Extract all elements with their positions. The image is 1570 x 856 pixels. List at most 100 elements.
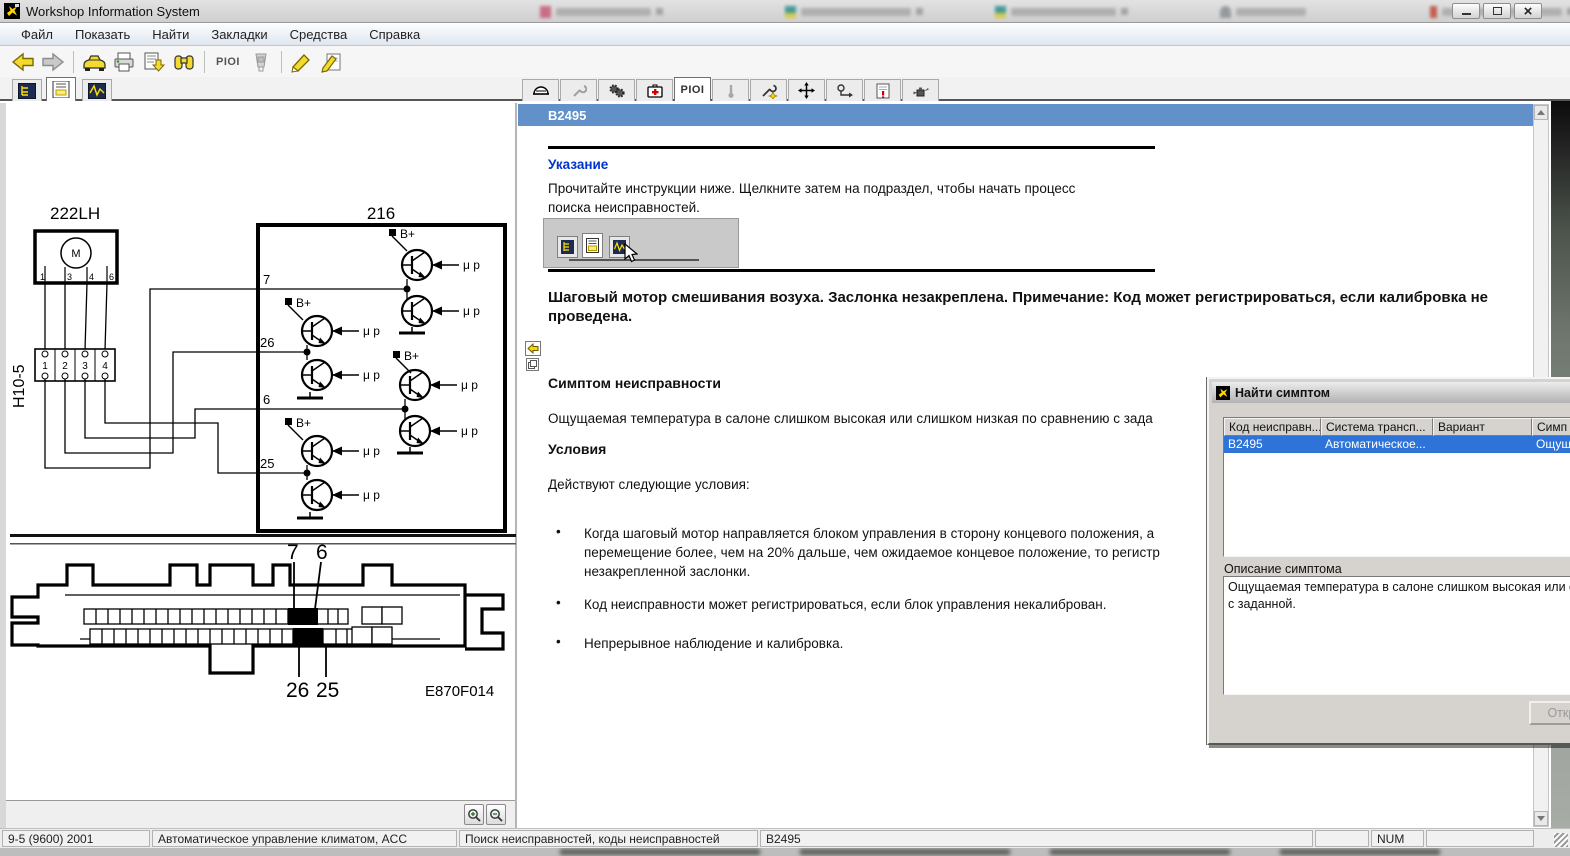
- mouse-cursor-icon: [624, 243, 638, 263]
- dialog-title-bar[interactable]: Найти симптом: [1212, 382, 1570, 403]
- close-button[interactable]: ×: [1514, 3, 1542, 19]
- tab-lubrication[interactable]: [902, 79, 939, 101]
- connector-label: H10-5: [11, 364, 28, 408]
- micro-label: μ p: [463, 258, 480, 272]
- tab-favicon: [995, 6, 1006, 18]
- scroll-down-button[interactable]: [1534, 811, 1548, 826]
- ecu-pin-label: 26: [286, 679, 309, 702]
- cell-fault-code: B2495: [1224, 436, 1321, 453]
- table-header-row: Код неисправн... Система трансп... Вариа…: [1224, 418, 1570, 436]
- ecu-pin-label: 7: [287, 541, 299, 564]
- tab-bulletin[interactable]: [864, 79, 901, 101]
- tab-tree-view[interactable]: [12, 79, 42, 101]
- tab-routing[interactable]: [826, 79, 863, 101]
- menu-view[interactable]: Показать: [64, 25, 141, 44]
- back-button[interactable]: [8, 49, 38, 75]
- background-browser-tab[interactable]: [995, 5, 1128, 18]
- tab-thermometer[interactable]: [712, 79, 749, 101]
- background-browser-tab[interactable]: [540, 5, 663, 18]
- module-pin-label: 26: [260, 335, 274, 350]
- connector-cell-label: 3: [82, 361, 88, 372]
- column-variant[interactable]: Вариант: [1433, 418, 1532, 436]
- micro-label: μ p: [363, 324, 380, 338]
- tab-signal-view[interactable]: [82, 79, 112, 101]
- zoom-in-button[interactable]: [464, 804, 484, 825]
- zoom-out-button[interactable]: [486, 804, 506, 825]
- status-code: B2495: [760, 830, 1313, 847]
- tab-first-aid[interactable]: [636, 79, 673, 101]
- connector-cell-label: 2: [62, 361, 68, 372]
- menu-bookmarks[interactable]: Закладки: [200, 25, 278, 44]
- tab-close-icon[interactable]: [916, 8, 923, 15]
- screen: Workshop Information System: [0, 0, 1570, 856]
- export-document-button[interactable]: [139, 49, 169, 75]
- background-browser-tabs: [240, 2, 1440, 21]
- tab-close-icon[interactable]: [1121, 8, 1128, 15]
- figure-code: E870F014: [425, 683, 494, 700]
- conditions-intro: Действуют следующие условия:: [548, 475, 750, 494]
- motor-pin-label: 1: [40, 272, 45, 282]
- tab-favicon: [785, 6, 796, 18]
- scanner-button[interactable]: [246, 49, 276, 75]
- tab-special-tools[interactable]: [750, 79, 787, 101]
- window-link-icon[interactable]: [526, 358, 539, 371]
- dialog-logo-icon: [1216, 386, 1230, 400]
- motor-box-label: 222LH: [50, 204, 100, 223]
- supply-label: B+: [296, 416, 311, 430]
- tab-document-view[interactable]: [46, 77, 76, 101]
- title-bar: Workshop Information System: [0, 0, 1570, 23]
- motor-symbol: M: [71, 248, 80, 260]
- module-label: 216: [367, 204, 395, 223]
- tab-move[interactable]: [788, 79, 825, 101]
- symptom-heading: Симптом неисправности: [548, 374, 721, 393]
- tab-close-icon[interactable]: [656, 8, 663, 15]
- menu-tools[interactable]: Средства: [279, 25, 359, 44]
- wiring-diagram-panel: 222LH M 1 3 4 6 H10-5 1 2: [0, 103, 517, 828]
- column-system[interactable]: Система трансп...: [1321, 418, 1433, 436]
- wiring-diagram: 222LH M 1 3 4 6 H10-5 1 2: [10, 103, 516, 800]
- note-line: Прочитайте инструкции ниже. Щелкните зат…: [548, 179, 1075, 198]
- column-fault-code[interactable]: Код неисправн...: [1224, 418, 1321, 436]
- tab-wrench[interactable]: [560, 79, 597, 101]
- tab-gears[interactable]: [598, 79, 635, 101]
- table-row-selected[interactable]: B2495 Автоматическое... Ощущ: [1224, 436, 1570, 453]
- status-num-lock: NUM: [1371, 830, 1424, 847]
- menu-file[interactable]: Файл: [10, 25, 64, 44]
- status-vehicle: 9-5 (9600) 2001: [2, 830, 150, 847]
- minimize-button[interactable]: [1452, 3, 1480, 19]
- column-symptom[interactable]: Симп: [1532, 418, 1570, 436]
- document-header: B2495: [518, 104, 1533, 126]
- view-tab-row: PIOI: [0, 77, 1570, 101]
- note-title: Указание: [548, 157, 608, 172]
- cell-system: Автоматическое...: [1321, 436, 1433, 453]
- menu-help[interactable]: Справка: [358, 25, 431, 44]
- supply-label: B+: [404, 349, 419, 363]
- search-binoculars-button[interactable]: [169, 49, 199, 75]
- background-browser-tab[interactable]: [785, 5, 923, 18]
- scroll-up-button[interactable]: [1534, 105, 1548, 120]
- tab-helmet[interactable]: [522, 79, 559, 101]
- background-browser-tab[interactable]: [1220, 5, 1306, 18]
- open-button[interactable]: Открыть: [1529, 701, 1570, 725]
- highlighter-button[interactable]: [287, 49, 317, 75]
- back-link-icon[interactable]: [525, 341, 541, 356]
- menu-find[interactable]: Найти: [141, 25, 200, 44]
- pioi-button[interactable]: PIOI: [210, 49, 246, 75]
- resize-grip[interactable]: [1554, 833, 1568, 847]
- tab-pioi[interactable]: PIOI: [674, 77, 711, 101]
- description-box: Ощущаемая температура в салоне слишком в…: [1223, 576, 1570, 695]
- micro-label: μ p: [463, 304, 480, 318]
- vehicle-button[interactable]: [79, 49, 109, 75]
- status-bar: 9-5 (9600) 2001 Автоматическое управлени…: [0, 828, 1570, 848]
- print-button[interactable]: [109, 49, 139, 75]
- tab-favicon: [1430, 6, 1437, 18]
- restore-button[interactable]: [1483, 3, 1511, 19]
- conditions-heading: Условия: [548, 440, 606, 459]
- module-pin-label: 25: [260, 456, 274, 471]
- forward-button[interactable]: [38, 49, 68, 75]
- window-title: Workshop Information System: [26, 4, 200, 19]
- figure-tab-document-icon: [582, 233, 603, 258]
- annotate-button[interactable]: [317, 49, 347, 75]
- symptom-text: Ощущаемая температура в салоне слишком в…: [548, 409, 1153, 428]
- cell-variant: [1433, 436, 1532, 453]
